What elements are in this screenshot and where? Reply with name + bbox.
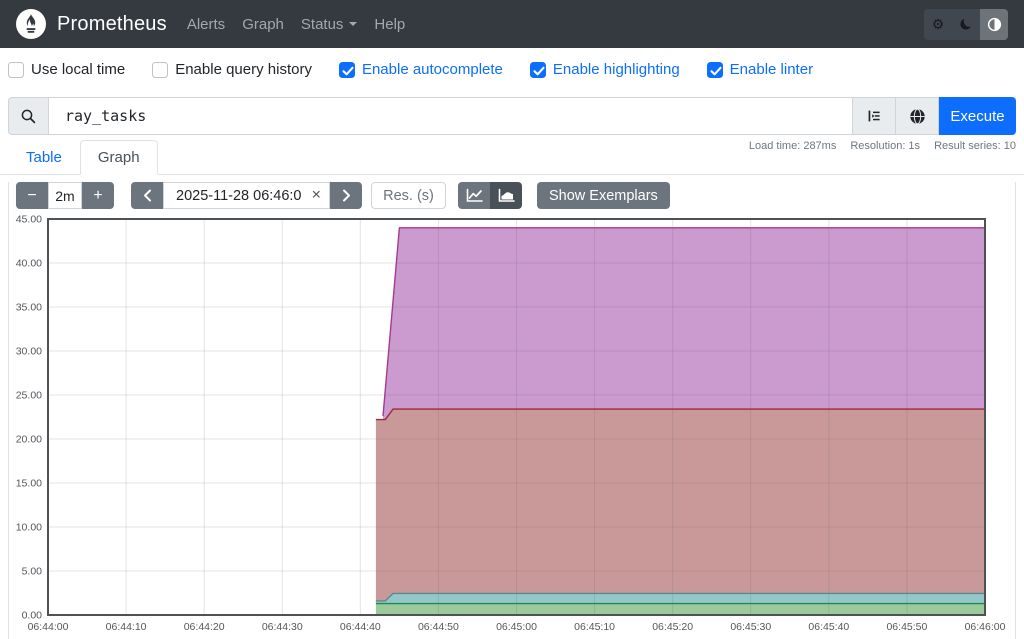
- time-control-group: ×: [131, 182, 362, 209]
- nav-item-graph[interactable]: Graph: [242, 16, 284, 33]
- stacked-chart-mode-button[interactable]: [490, 182, 522, 209]
- x-tick-label: 06:46:00: [965, 621, 1006, 633]
- resolution-stat: Resolution: 1s: [850, 140, 921, 152]
- moon-icon: [960, 18, 971, 30]
- checkbox-enable-autocomplete[interactable]: Enable autocomplete: [338, 61, 503, 78]
- range-control-group: − +: [16, 182, 114, 209]
- nav-item-alerts[interactable]: Alerts: [187, 16, 225, 33]
- graph-canvas[interactable]: 0.00 5.00 10.00 15.00 20.00 25.00 30.00 35.00 40…: [9, 212, 1013, 636]
- dark-mode-button[interactable]: [952, 9, 980, 40]
- format-expression-button[interactable]: [853, 97, 896, 135]
- green-band-area[interactable]: [375, 603, 985, 615]
- globe-icon: [909, 108, 925, 124]
- half-circle-contrast-icon: [987, 17, 1001, 31]
- checkbox-use-local-time[interactable]: Use local time: [8, 61, 125, 78]
- tab-graph[interactable]: Graph: [79, 140, 158, 175]
- stacked-chart-icon: [498, 188, 515, 202]
- x-tick-label: 06:45:50: [886, 621, 927, 633]
- chevron-right-icon: [342, 189, 350, 202]
- x-tick-label: 06:45:20: [652, 621, 693, 633]
- top-navbar: Prometheus Alerts Graph Status Help ⚙: [0, 0, 1024, 48]
- x-tick-label: 06:44:30: [262, 621, 303, 633]
- checkbox-box[interactable]: [152, 61, 169, 78]
- rose-band-area[interactable]: [375, 409, 985, 601]
- search-icon: [21, 109, 36, 123]
- x-tick-label: 06:45:40: [808, 621, 849, 633]
- checkbox-box[interactable]: [338, 61, 355, 78]
- tab-table[interactable]: Table: [8, 140, 80, 175]
- checkbox-box[interactable]: [8, 61, 24, 78]
- check-icon: [710, 66, 722, 75]
- increase-range-button[interactable]: +: [82, 182, 114, 209]
- x-tick-label: 06:44:00: [28, 621, 69, 633]
- y-tick-label: 10.00: [16, 522, 42, 534]
- nav-item-status[interactable]: Status: [301, 16, 358, 33]
- chart-region: 0.00 5.00 10.00 15.00 20.00 25.00 30.00 35.00 40…: [9, 212, 1015, 639]
- load-time-stat: Load time: 287ms: [748, 140, 837, 152]
- chevron-left-icon: [143, 189, 151, 202]
- y-tick-label: 30.00: [16, 346, 42, 358]
- resolution-input[interactable]: [371, 182, 446, 209]
- tabs-section: Load time: 287ms Resolution: 1s Result s…: [0, 140, 1024, 175]
- x-tick-label: 06:44:10: [106, 621, 147, 633]
- previous-time-button[interactable]: [131, 182, 163, 209]
- next-time-button[interactable]: [330, 182, 362, 209]
- y-tick-label: 20.00: [16, 434, 42, 446]
- nav-item-help[interactable]: Help: [374, 16, 405, 33]
- x-tick-label: 06:44:20: [184, 621, 225, 633]
- metrics-explorer-button[interactable]: [896, 97, 939, 135]
- decrease-range-button[interactable]: −: [16, 182, 48, 209]
- check-icon: [533, 66, 545, 75]
- y-tick-label: 5.00: [22, 566, 43, 578]
- show-exemplars-button[interactable]: Show Exemplars: [537, 182, 670, 209]
- checkbox-enable-highlighting[interactable]: Enable highlighting: [529, 61, 680, 78]
- x-tick-label: 06:45:00: [496, 621, 537, 633]
- prometheus-logo-icon: [16, 9, 46, 39]
- brand-title: Prometheus: [57, 12, 167, 35]
- y-tick-label: 25.00: [16, 390, 42, 402]
- range-input[interactable]: [48, 182, 82, 209]
- settings-button[interactable]: ⚙: [924, 9, 952, 40]
- end-time-wrap: ×: [163, 182, 330, 209]
- check-icon: [342, 66, 354, 75]
- caret-down-icon: [349, 22, 358, 30]
- query-expression-input[interactable]: [49, 97, 853, 135]
- format-indent-icon: [868, 110, 880, 122]
- line-chart-mode-button[interactable]: [458, 182, 490, 209]
- query-options-row: Use local time Enable query history Enab…: [0, 48, 1024, 89]
- main-nav: Alerts Graph Status Help: [187, 16, 405, 33]
- contrast-mode-button[interactable]: [980, 8, 1008, 40]
- graph-controls: − + ×: [9, 182, 1015, 209]
- gear-icon: ⚙: [931, 15, 945, 32]
- y-tick-label: 45.00: [16, 214, 42, 226]
- result-series-stat: Result series: 10: [934, 140, 1016, 152]
- line-chart-icon: [466, 188, 483, 202]
- y-tick-label: 40.00: [16, 258, 42, 270]
- chart-mode-toggle: [458, 182, 522, 209]
- query-stats: Load time: 287ms Resolution: 1s Result s…: [749, 140, 1016, 152]
- x-tick-label: 06:45:10: [574, 621, 615, 633]
- y-tick-label: 35.00: [16, 302, 42, 314]
- end-time-input[interactable]: [163, 182, 330, 209]
- checkbox-box[interactable]: [706, 61, 723, 78]
- checkbox-box[interactable]: [529, 61, 546, 78]
- x-tick-label: 06:44:50: [418, 621, 459, 633]
- teal-band-area[interactable]: [375, 593, 985, 604]
- execute-button[interactable]: Execute: [939, 97, 1016, 135]
- x-tick-label: 06:44:40: [340, 621, 381, 633]
- clear-time-icon[interactable]: ×: [312, 187, 321, 203]
- purple-band-area[interactable]: [383, 227, 985, 420]
- brand-link[interactable]: Prometheus: [16, 9, 167, 39]
- y-tick-label: 15.00: [16, 478, 42, 490]
- x-tick-label: 06:45:30: [730, 621, 771, 633]
- search-addon: [8, 97, 49, 135]
- checkbox-enable-linter[interactable]: Enable linter: [706, 61, 813, 78]
- graph-panel: − + ×: [8, 182, 1016, 639]
- query-bar: Execute: [8, 97, 1016, 135]
- theme-toggle-group: ⚙: [924, 8, 1008, 40]
- y-tick-label: 0.00: [22, 610, 43, 622]
- checkbox-enable-query-history[interactable]: Enable query history: [152, 61, 312, 78]
